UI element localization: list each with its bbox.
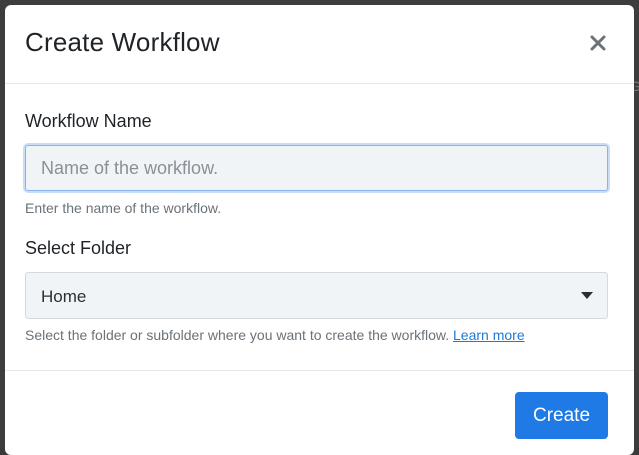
folder-help-text: Select the folder or subfolder where you… — [25, 327, 450, 343]
close-button[interactable] — [586, 31, 610, 55]
select-folder-label: Select Folder — [25, 238, 132, 258]
create-workflow-dialog: Create Workflow Workflow Name Enter the … — [5, 5, 634, 455]
folder-select[interactable]: Home — [25, 272, 608, 319]
caret-down-icon — [581, 292, 593, 299]
workflow-name-label: Workflow Name — [25, 111, 152, 131]
footer-divider — [5, 370, 634, 371]
create-button[interactable]: Create — [515, 392, 608, 439]
folder-select-value: Home — [41, 287, 87, 306]
learn-more-link[interactable]: Learn more — [453, 327, 525, 343]
dialog-title: Create Workflow — [25, 27, 220, 57]
dialog-header: Create Workflow — [5, 5, 634, 84]
workflow-name-help: Enter the name of the workflow. — [25, 200, 222, 216]
workflow-name-input[interactable] — [25, 145, 608, 191]
folder-help: Select the folder or subfolder where you… — [25, 327, 525, 343]
close-icon — [586, 31, 610, 55]
